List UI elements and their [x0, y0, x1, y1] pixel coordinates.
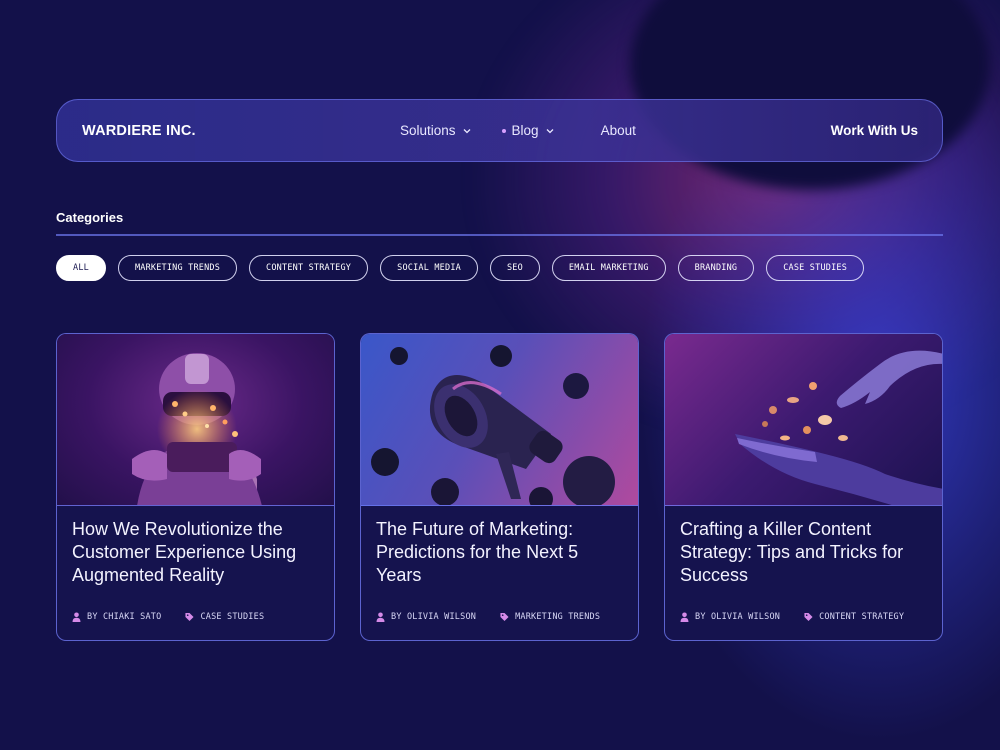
- chip-email-marketing[interactable]: EMAIL MARKETING: [551, 255, 666, 281]
- post-author-text: BY OLIVIA WILSON: [391, 612, 477, 622]
- user-icon: [376, 612, 385, 622]
- post-category-text: CONTENT STRATEGY: [819, 612, 905, 622]
- post-title: The Future of Marketing: Predictions for…: [376, 519, 579, 585]
- main-nav: Solutions Blog About: [400, 123, 636, 138]
- post-author-text: BY CHIAKI SATO: [87, 612, 162, 622]
- brand-logo[interactable]: WARDIERE INC.: [82, 123, 196, 139]
- coins-hands-image: [665, 334, 942, 506]
- post-author-text: BY OLIVIA WILSON: [695, 612, 781, 622]
- post-category-text: MARKETING TRENDS: [515, 612, 601, 622]
- blog-post-list: How We Revolutionize the Customer Experi…: [56, 333, 943, 641]
- chip-case-studies[interactable]: CASE STUDIES: [766, 255, 865, 281]
- blog-card[interactable]: The Future of Marketing: Predictions for…: [360, 333, 639, 641]
- categories-heading: Categories: [56, 210, 124, 225]
- blog-card[interactable]: Crafting a Killer Content Strategy: Tips…: [664, 333, 943, 641]
- blog-card[interactable]: How We Revolutionize the Customer Experi…: [56, 333, 335, 641]
- user-icon: [680, 612, 689, 622]
- post-meta: BY OLIVIA WILSON CONTENT STRATEGY: [680, 612, 904, 622]
- post-author: BY OLIVIA WILSON: [376, 612, 476, 622]
- tag-icon: [500, 612, 509, 622]
- post-title: Crafting a Killer Content Strategy: Tips…: [680, 519, 904, 585]
- top-navbar: WARDIERE INC. Solutions Blog About Work …: [56, 99, 943, 162]
- chip-branding[interactable]: BRANDING: [677, 255, 755, 281]
- nav-blog[interactable]: Blog: [501, 123, 555, 138]
- work-with-us-link[interactable]: Work With Us: [831, 123, 918, 138]
- nav-solutions-label: Solutions: [400, 123, 456, 138]
- nav-blog-label: Blog: [511, 123, 539, 138]
- post-meta: BY OLIVIA WILSON MARKETING TRENDS: [376, 612, 600, 622]
- chip-content-strategy[interactable]: CONTENT STRATEGY: [249, 255, 369, 281]
- chevron-down-icon: [546, 128, 554, 133]
- post-author: BY OLIVIA WILSON: [680, 612, 780, 622]
- category-filter-chips: ALL MARKETING TRENDS CONTENT STRATEGY SO…: [56, 255, 876, 281]
- chip-social-media[interactable]: SOCIAL MEDIA: [380, 255, 478, 281]
- post-category[interactable]: MARKETING TRENDS: [500, 612, 600, 622]
- post-category[interactable]: CONTENT STRATEGY: [804, 612, 904, 622]
- post-title: How We Revolutionize the Customer Experi…: [72, 519, 297, 585]
- vr-headset-image: [57, 334, 334, 506]
- tag-icon: [804, 612, 813, 622]
- categories-divider: [56, 234, 943, 236]
- post-author: BY CHIAKI SATO: [72, 612, 161, 622]
- chip-marketing-trends[interactable]: MARKETING TRENDS: [117, 255, 238, 281]
- post-category[interactable]: CASE STUDIES: [185, 612, 264, 622]
- user-icon: [72, 612, 81, 622]
- nav-solutions[interactable]: Solutions: [400, 123, 472, 138]
- chip-seo[interactable]: SEO: [489, 255, 540, 281]
- post-category-text: CASE STUDIES: [200, 612, 265, 622]
- nav-about-label: About: [600, 123, 636, 138]
- nav-about[interactable]: About: [601, 123, 636, 138]
- tag-icon: [185, 612, 195, 622]
- chevron-down-icon: [463, 128, 471, 133]
- post-meta: BY CHIAKI SATO CASE STUDIES: [72, 612, 264, 622]
- megaphone-image: [361, 334, 638, 506]
- chip-all[interactable]: ALL: [56, 255, 106, 281]
- active-dot-icon: [501, 128, 506, 133]
